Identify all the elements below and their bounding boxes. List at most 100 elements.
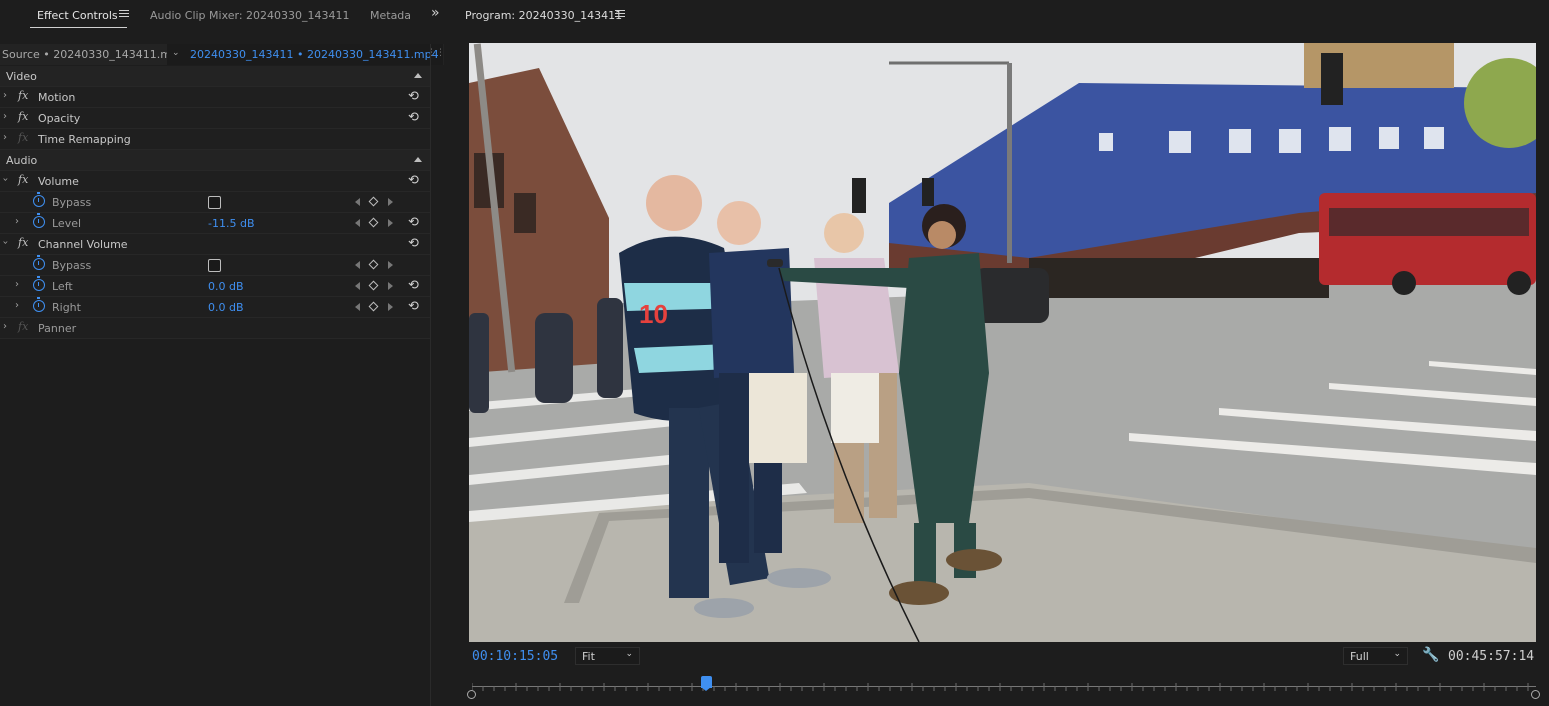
stopwatch-icon[interactable] — [33, 255, 45, 270]
stopwatch-icon[interactable] — [33, 297, 45, 312]
effect-row-opacity[interactable]: › fx Opacity ⟲ — [0, 108, 430, 129]
param-label: Bypass — [52, 196, 92, 209]
reset-icon[interactable]: ⟲ — [408, 278, 419, 293]
zoom-level-select[interactable]: Fit ⌄ — [575, 647, 640, 665]
tab-effect-controls[interactable]: Effect Controls — [37, 9, 118, 22]
microphone — [767, 259, 783, 267]
tab-program[interactable]: Program: 20240330_143411 — [465, 9, 622, 22]
next-keyframe-icon[interactable] — [388, 261, 393, 269]
fx-badge-icon[interactable]: fx — [18, 236, 28, 249]
left-value[interactable]: 0.0 dB — [208, 280, 244, 293]
next-keyframe-icon[interactable] — [388, 219, 393, 227]
program-monitor-panel: Program: 20240330_143411 10 00:10:15:05 … — [452, 0, 1549, 706]
add-keyframe-icon[interactable] — [368, 301, 379, 312]
chevron-right-icon[interactable]: › — [15, 216, 19, 227]
param-row-volume-bypass: Bypass — [0, 192, 430, 213]
param-label: Left — [52, 280, 73, 293]
chevron-right-icon[interactable]: › — [15, 279, 19, 290]
chevron-right-icon[interactable]: › — [3, 90, 7, 101]
time-ruler[interactable] — [466, 675, 1541, 699]
traffic-light — [852, 178, 866, 213]
street-light-pole — [1007, 63, 1012, 263]
effect-label: Volume — [38, 175, 79, 188]
section-label: Audio — [6, 154, 38, 167]
collapse-icon[interactable] — [414, 157, 422, 162]
time-ruler-ticks — [472, 683, 1529, 691]
traffic-light — [1321, 53, 1343, 105]
next-keyframe-icon[interactable] — [388, 303, 393, 311]
storefront — [1029, 258, 1329, 298]
fx-badge-icon[interactable]: fx — [18, 173, 28, 186]
traffic-light — [922, 178, 934, 206]
effect-controls-panel: Effect Controls Audio Clip Mixer: 202403… — [0, 0, 446, 706]
out-point-handle[interactable] — [1531, 690, 1540, 699]
effect-row-volume[interactable]: › fx Volume ⟲ — [0, 171, 430, 192]
chevron-down-icon: ⌄ — [172, 48, 180, 58]
fx-badge-icon[interactable]: fx — [18, 110, 28, 123]
reset-icon[interactable]: ⟲ — [408, 89, 419, 104]
section-video[interactable]: Video — [0, 66, 430, 87]
right-value[interactable]: 0.0 dB — [208, 301, 244, 314]
prev-keyframe-icon[interactable] — [355, 261, 360, 269]
bus-wheel — [1507, 271, 1531, 295]
bypass-checkbox[interactable] — [208, 196, 221, 209]
chevron-right-icon[interactable]: › — [3, 132, 7, 143]
clip-link[interactable]: 20240330_143411 • 20240330_143411.mp4 — [190, 48, 439, 61]
playback-resolution-select[interactable]: Full ⌄ — [1343, 647, 1408, 665]
clip-selector[interactable]: ⌄ 20240330_143411 • 20240330_143411.mp4 … — [167, 44, 445, 65]
bypass-checkbox[interactable] — [208, 259, 221, 272]
stopwatch-icon[interactable] — [33, 276, 45, 291]
effect-row-time-remapping[interactable]: › fx Time Remapping — [0, 129, 430, 150]
panel-tab-bar: Effect Controls Audio Clip Mixer: 202403… — [0, 0, 446, 32]
effect-row-channel-volume[interactable]: › fx Channel Volume ⟲ — [0, 234, 430, 255]
reset-icon[interactable]: ⟲ — [408, 236, 419, 251]
collapse-icon[interactable] — [414, 73, 422, 78]
prev-keyframe-icon[interactable] — [355, 198, 360, 206]
svg-text:10: 10 — [639, 299, 668, 329]
prev-keyframe-icon[interactable] — [355, 219, 360, 227]
chevron-right-icon[interactable]: › — [3, 111, 7, 122]
param-label: Bypass — [52, 259, 92, 272]
stopwatch-icon[interactable] — [33, 192, 45, 207]
fx-badge-icon[interactable]: fx — [18, 89, 28, 102]
active-tab-indicator — [30, 27, 127, 28]
add-keyframe-icon[interactable] — [368, 280, 379, 291]
source-row: Source • 20240330_143411.mp4 ⌄ 20240330_… — [0, 44, 445, 65]
reset-icon[interactable]: ⟲ — [408, 215, 419, 230]
reset-icon[interactable]: ⟲ — [408, 299, 419, 314]
prev-keyframe-icon[interactable] — [355, 303, 360, 311]
chevron-down-icon: ⌄ — [1393, 649, 1401, 659]
reset-icon[interactable]: ⟲ — [408, 110, 419, 125]
add-keyframe-icon[interactable] — [368, 196, 379, 207]
tab-audio-clip-mixer[interactable]: Audio Clip Mixer: 20240330_143411 — [150, 9, 350, 22]
wrench-icon[interactable]: 🔧 — [1422, 647, 1439, 663]
chevron-down-icon[interactable]: › — [0, 241, 11, 245]
next-keyframe-icon[interactable] — [388, 198, 393, 206]
chevron-right-icon[interactable]: › — [15, 300, 19, 311]
tab-menu-icon[interactable] — [119, 8, 129, 18]
section-audio[interactable]: Audio — [0, 150, 430, 171]
prev-keyframe-icon[interactable] — [355, 282, 360, 290]
next-keyframe-icon[interactable] — [388, 282, 393, 290]
tab-metadata[interactable]: Metada — [370, 9, 411, 22]
add-keyframe-icon[interactable] — [368, 217, 379, 228]
effect-label: Panner — [38, 322, 77, 335]
level-value[interactable]: -11.5 dB — [208, 217, 255, 230]
chevron-right-icon[interactable]: › — [3, 321, 7, 332]
chevron-down-icon[interactable]: › — [0, 178, 11, 182]
playhead[interactable] — [700, 676, 712, 691]
chevron-down-icon: ⌄ — [625, 649, 633, 659]
reset-icon[interactable]: ⟲ — [408, 173, 419, 188]
red-bus — [1319, 193, 1536, 285]
stopwatch-icon[interactable] — [33, 213, 45, 228]
add-keyframe-icon[interactable] — [368, 259, 379, 270]
tab-overflow-icon[interactable]: » — [431, 5, 440, 21]
current-timecode[interactable]: 00:10:15:05 — [472, 649, 558, 664]
video-frame[interactable]: 10 — [469, 43, 1536, 642]
in-point-handle[interactable] — [467, 690, 476, 699]
effect-row-motion[interactable]: › fx Motion ⟲ — [0, 87, 430, 108]
tab-menu-icon[interactable] — [615, 8, 625, 18]
effect-label: Opacity — [38, 112, 81, 125]
parked-car — [974, 268, 1049, 323]
effect-row-panner[interactable]: › fx Panner — [0, 318, 430, 339]
